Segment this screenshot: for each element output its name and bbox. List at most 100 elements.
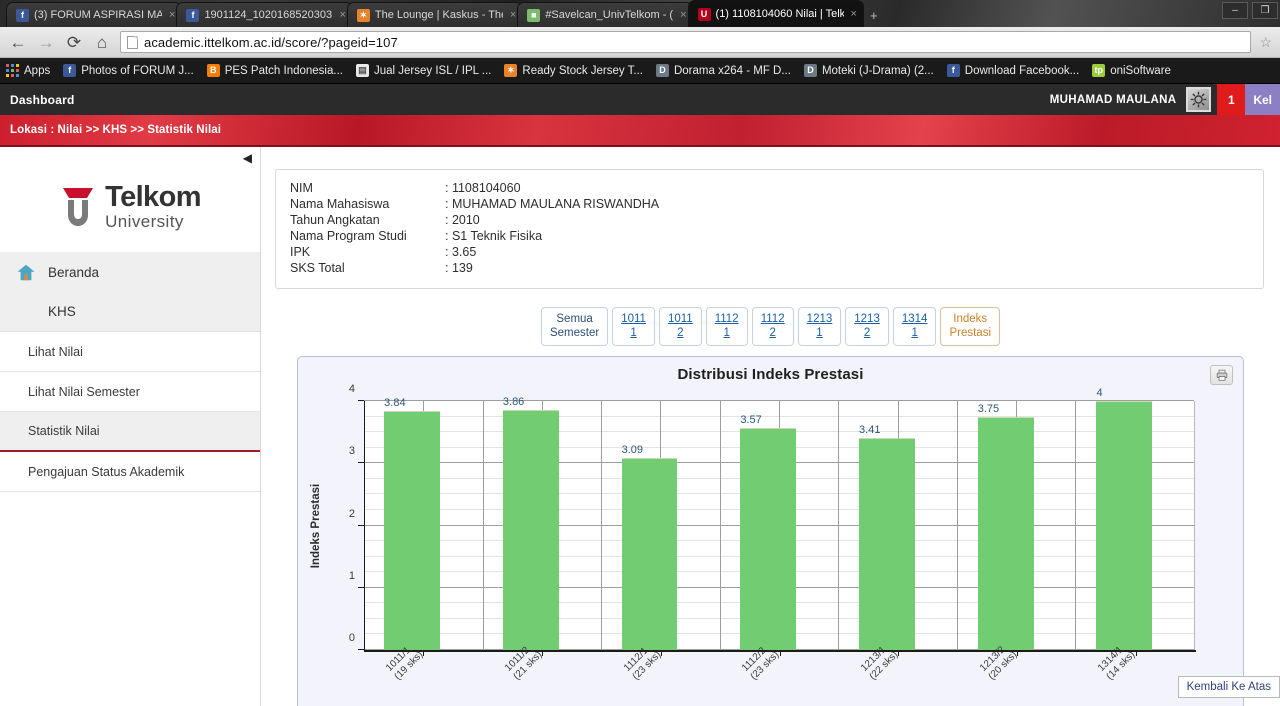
info-value: : 3.65 [445,245,477,259]
info-value: : MUHAMAD MAULANA RISWANDHA [445,197,660,211]
sidebar-item-label: Beranda [48,264,100,280]
chart-panel: Distribusi Indeks Prestasi Indeks Presta… [297,356,1244,706]
info-row: Tahun Angkatan: 2010 [290,212,1249,228]
bookmarks-bar: Apps f Photos of FORUM J... B PES Patch Indo… [0,58,1280,84]
telkom-logo-mark [59,185,97,229]
browser-tab[interactable]: f (3) FORUM ASPIRASI MAH × [6,2,183,27]
tab-close-icon[interactable]: × [851,8,857,20]
semester-tab[interactable]: 1213 1 [797,307,842,346]
main-content: NIM: 1108104060 Nama Mahasiswa: MUHAMAD M… [261,147,1280,706]
bar[interactable]: 3.86 [502,396,559,650]
bar[interactable]: 3.84 [384,397,440,650]
semester-tab-line1: 1213 [806,313,833,325]
browser-chrome: f (3) FORUM ASPIRASI MAH × f 1901124_1020168… [0,0,1280,84]
bar-group[interactable]: 3.84 [384,397,440,650]
tab-close-icon[interactable]: × [339,9,345,21]
bar-group[interactable]: 3.09 [621,444,678,650]
reload-button[interactable]: ⟳ [64,34,84,51]
bookmark-item[interactable]: ✶ Ready Stock Jersey T... [504,64,643,77]
maximize-button[interactable]: ❐ [1252,2,1278,19]
y-axis-tick-label: 2 [348,507,355,520]
bar-group[interactable]: 3.57 [740,414,797,650]
sidebar-item-lihat-nilai[interactable]: Lihat Nilai [0,332,260,372]
bar-value-label: 3.86 [502,395,525,408]
logo-text-top: Telkom [105,181,201,213]
info-key: SKS Total [290,261,345,275]
semester-tab[interactable]: 1213 2 [845,307,889,346]
sidebar-item-pengajuan-status-akademik[interactable]: Pengajuan Status Akademik [0,452,260,492]
bar[interactable]: 3.41 [859,424,915,650]
semester-tab[interactable]: 1112 2 [751,307,794,346]
logout-button[interactable]: Kel [1245,84,1280,115]
bar-value-label: 3.84 [384,396,406,409]
bookmark-item[interactable]: tp oniSoftware [1092,64,1171,77]
semester-tab-line2: 2 [863,327,871,339]
semester-tab-line1: 1011 [667,313,693,325]
bookmark-label: Apps [24,64,51,77]
info-row: Nama Mahasiswa : MUHAMAD MAULANA RISWANDH… [290,196,1249,212]
sidebar-item-label: Statistik Nilai [28,424,100,438]
address-bar[interactable]: academic.ittelkom.ac.id/score/?pageid=10… [120,31,1252,53]
whatsapp-icon: ■ [527,8,541,22]
bar-group[interactable]: 3.75 [977,403,1034,650]
browser-tab[interactable]: U (1) 1108104060 Nilai | Telk × [687,0,864,27]
back-button[interactable]: ← [8,34,28,51]
browser-tab[interactable]: ✶ The Lounge | Kaskus - The × [346,2,524,27]
url-text: academic.ittelkom.ac.id/score/?pageid=10… [144,34,398,50]
semester-tab[interactable]: 1314 1 [892,307,937,346]
tab-close-icon[interactable]: × [680,9,686,21]
breadcrumb-bar: Lokasi : Nilai >> KHS >> Statistik Nilai [0,115,1280,147]
new-tab-button[interactable]: + [870,8,878,23]
bookmark-item[interactable]: D Moteki (J-Drama) (2... [803,64,934,77]
tab-close-icon[interactable]: × [169,9,175,21]
back-to-top-button[interactable]: Kembali Ke Atas [1177,676,1280,698]
breadcrumb: Lokasi : Nilai >> KHS >> Statistik Nilai [10,124,222,136]
bookmark-star-icon[interactable]: ☆ [1259,34,1272,51]
bookmark-item[interactable]: ▤ Jual Jersey ISL / IPL ... [355,64,492,77]
sidebar-item-beranda[interactable]: Beranda [0,252,260,292]
semester-tab[interactable]: Indeks Prestasi [940,307,1000,346]
gridline-vertical [482,401,484,650]
browser-tab[interactable]: ■ #Savelcan_UnivTelkom - (× [517,2,694,27]
browser-tab[interactable]: f 1901124_10201685203036 × [176,2,353,27]
bar-group[interactable]: 3.41 [859,424,915,650]
bar-group[interactable]: 4 [1096,387,1153,650]
sidebar-item-lihat-nilai-semester[interactable]: Lihat Nilai Semester [0,372,260,412]
bookmark-item[interactable]: Apps [6,64,50,77]
bar-group[interactable]: 3.86 [502,396,559,650]
forward-button[interactable]: → [36,34,56,51]
apps-grid-icon [6,64,19,77]
semester-tab[interactable]: 1011 2 [658,307,702,346]
semester-tab[interactable]: 1112 1 [705,307,748,346]
bookmark-item[interactable]: f Photos of FORUM J... [63,64,194,77]
info-key: Nama Mahasiswa [290,197,390,211]
bookmark-item[interactable]: f Download Facebook... [946,64,1079,77]
bar[interactable]: 3.09 [621,444,678,650]
sidebar-item-statistik-nilai[interactable]: Statistik Nilai [0,412,260,452]
tab-close-icon[interactable]: × [510,9,516,21]
kaskus-icon: ✶ [504,64,518,77]
semester-tab[interactable]: Semua Semester [540,307,609,346]
bar-value-label: 3.41 [859,423,881,436]
print-icon[interactable] [1210,365,1233,385]
minimize-button[interactable]: – [1222,2,1248,19]
notification-badge[interactable]: 1 [1217,84,1246,115]
home-icon [16,264,36,281]
bar[interactable]: 4 [1096,387,1153,650]
sidebar-collapse-icon[interactable]: ◀ [243,151,252,165]
home-button[interactable]: ⌂ [92,34,112,51]
bookmark-label: Jual Jersey ISL / IPL ... [373,64,492,77]
bar[interactable]: 3.57 [740,414,797,650]
bar[interactable]: 3.75 [977,403,1034,650]
student-info-panel: NIM: 1108104060 Nama Mahasiswa: MUHAMAD M… [275,169,1264,289]
info-value: : 139 [445,261,473,275]
info-key: Tahun Angkatan [290,213,380,227]
avatar[interactable] [1186,87,1212,112]
sidebar-item-khs[interactable]: KHS [0,292,260,332]
bookmark-label: PES Patch Indonesia... [224,64,343,77]
sidebar-item-label: KHS [48,304,76,319]
bookmark-item[interactable]: D Dorama x264 - MF D... [655,64,791,77]
semester-tab[interactable]: 1011 1 [612,307,655,346]
bookmark-item[interactable]: B PES Patch Indonesia... [206,64,343,77]
info-key: IPK [290,245,311,259]
